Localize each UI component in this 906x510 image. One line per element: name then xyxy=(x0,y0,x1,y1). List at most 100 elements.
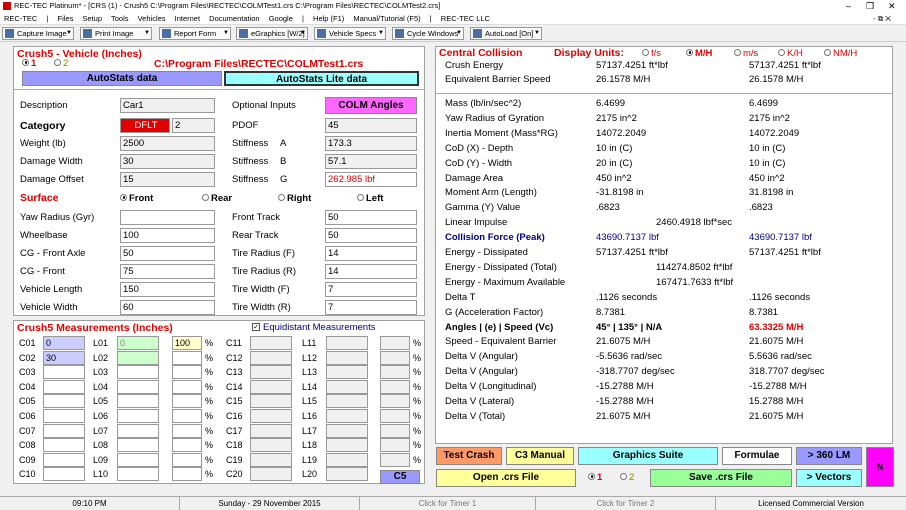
surface-right-radio[interactable]: Right xyxy=(278,193,311,204)
menu-item[interactable]: REC-TEC xyxy=(4,14,37,23)
autoload-button[interactable]: AutoLoad [On] ▼ xyxy=(470,27,542,40)
formulae-button[interactable]: Formulae xyxy=(722,447,792,465)
l-input[interactable] xyxy=(326,438,368,453)
l-input[interactable] xyxy=(117,409,159,423)
menu-item[interactable]: Setup xyxy=(82,14,102,23)
l-input[interactable] xyxy=(326,379,368,394)
category-dropdown[interactable]: DFLT xyxy=(120,118,170,133)
l-input[interactable] xyxy=(117,423,159,438)
c-input[interactable] xyxy=(43,423,85,438)
capture-image-button[interactable]: Capture Image ▼ xyxy=(2,27,74,40)
colm-angles-button[interactable]: COLM Angles xyxy=(325,97,417,114)
chevron-down-icon[interactable]: ▼ xyxy=(300,28,306,39)
surface-rear-radio[interactable]: Rear xyxy=(202,193,232,204)
pdof-field[interactable]: 45 xyxy=(325,118,417,133)
field-input[interactable]: 50 xyxy=(325,228,417,243)
chevron-down-icon[interactable]: ▼ xyxy=(456,28,462,39)
pct-input[interactable] xyxy=(172,423,202,438)
pct-input[interactable] xyxy=(380,452,410,467)
test-crash-button[interactable]: Test Crash xyxy=(436,447,502,465)
l-input[interactable] xyxy=(117,438,159,453)
pct-input[interactable] xyxy=(172,438,202,453)
gt360-lm-button[interactable]: > 360 LM xyxy=(796,447,862,465)
c-input[interactable] xyxy=(250,379,292,394)
pct-input[interactable] xyxy=(380,423,410,438)
field-input[interactable]: 100 xyxy=(120,228,215,243)
l-input[interactable] xyxy=(326,452,368,467)
pct-input[interactable] xyxy=(172,394,202,409)
c5-button[interactable]: C5 xyxy=(380,470,420,484)
c-input[interactable] xyxy=(250,452,292,467)
menu-item[interactable]: Documentation xyxy=(209,14,259,23)
menu-item[interactable]: Vehicles xyxy=(138,14,166,23)
pct-input[interactable] xyxy=(172,350,202,365)
field-input[interactable]: 14 xyxy=(325,264,417,279)
pct-input[interactable]: 100 xyxy=(172,336,202,350)
pct-input[interactable] xyxy=(380,379,410,394)
c-input[interactable] xyxy=(43,379,85,394)
c-input[interactable] xyxy=(250,409,292,423)
l-input[interactable] xyxy=(326,350,368,365)
c-input[interactable] xyxy=(250,350,292,365)
c-input[interactable]: 30 xyxy=(43,350,85,365)
save-crs-button[interactable]: Save .crs File xyxy=(650,469,792,487)
field-input[interactable] xyxy=(120,210,215,225)
chevron-down-icon[interactable]: ▼ xyxy=(534,28,540,39)
c-input[interactable] xyxy=(43,394,85,409)
n-button[interactable]: N xyxy=(866,447,894,487)
close-button[interactable]: ✕ xyxy=(888,0,896,12)
surface-front-radio[interactable]: Front xyxy=(120,193,153,204)
field-input[interactable]: 7 xyxy=(325,300,417,315)
autostats-lite-button[interactable]: AutoStats Lite data xyxy=(224,71,419,86)
unit-nmh-radio[interactable]: NM/H xyxy=(824,48,857,59)
menu-item[interactable]: REC-TEC LLC xyxy=(441,14,490,23)
unit-kh-radio[interactable]: K/H xyxy=(778,48,803,59)
stiffness-b-field[interactable]: 57.1 xyxy=(325,154,417,169)
menu-item[interactable]: Google xyxy=(269,14,293,23)
graphics-suite-button[interactable]: Graphics Suite xyxy=(578,447,718,465)
c-input[interactable] xyxy=(250,365,292,380)
field-input[interactable]: 60 xyxy=(120,300,215,315)
file-radio-1[interactable]: 1 xyxy=(588,472,602,483)
l-input[interactable] xyxy=(117,350,159,365)
c-input[interactable] xyxy=(43,409,85,423)
l-input[interactable] xyxy=(117,394,159,409)
menu-item[interactable]: Internet xyxy=(175,14,200,23)
vehicle-radio-2[interactable]: 2 xyxy=(54,58,68,69)
l-input[interactable] xyxy=(326,423,368,438)
c-input[interactable]: 0 xyxy=(43,336,85,350)
l-input[interactable] xyxy=(117,467,159,482)
description-field[interactable]: Car1 xyxy=(120,98,215,113)
egraphics-button[interactable]: eGraphics [W/2] ▼ xyxy=(236,27,308,40)
open-crs-button[interactable]: Open .crs File xyxy=(436,469,576,487)
l-input[interactable] xyxy=(117,365,159,380)
menu-item[interactable]: Manual/Tutorial (F5) xyxy=(353,14,420,23)
pct-input[interactable] xyxy=(172,452,202,467)
pct-input[interactable] xyxy=(380,438,410,453)
c-input[interactable] xyxy=(250,467,292,482)
pct-input[interactable] xyxy=(380,350,410,365)
chevron-down-icon[interactable]: ▼ xyxy=(223,28,229,39)
print-image-button[interactable]: Print Image ▼ xyxy=(80,27,152,40)
c-input[interactable] xyxy=(250,394,292,409)
timer2-button[interactable]: Click for Timer 2 xyxy=(536,497,716,510)
vehicle-radio-1[interactable]: 1 xyxy=(22,58,36,69)
cycle-windows-button[interactable]: Cycle Windows ▼ xyxy=(392,27,464,40)
vectors-button[interactable]: > Vectors xyxy=(796,469,862,487)
l-input[interactable]: 0 xyxy=(117,336,159,350)
c-input[interactable] xyxy=(43,438,85,453)
l-input[interactable] xyxy=(326,336,368,350)
chevron-down-icon[interactable]: ▼ xyxy=(378,28,384,39)
l-input[interactable] xyxy=(326,467,368,482)
field-input[interactable]: 150 xyxy=(120,282,215,297)
file-radio-2[interactable]: 2 xyxy=(620,472,634,483)
unit-fs-radio[interactable]: f/s xyxy=(642,48,661,59)
l-input[interactable] xyxy=(117,379,159,394)
l-input[interactable] xyxy=(117,452,159,467)
field-input[interactable]: 14 xyxy=(325,246,417,261)
chevron-down-icon[interactable]: ▼ xyxy=(66,28,72,39)
c-input[interactable] xyxy=(250,438,292,453)
l-input[interactable] xyxy=(326,409,368,423)
pct-input[interactable] xyxy=(172,467,202,482)
chevron-down-icon[interactable]: ▼ xyxy=(144,28,150,39)
